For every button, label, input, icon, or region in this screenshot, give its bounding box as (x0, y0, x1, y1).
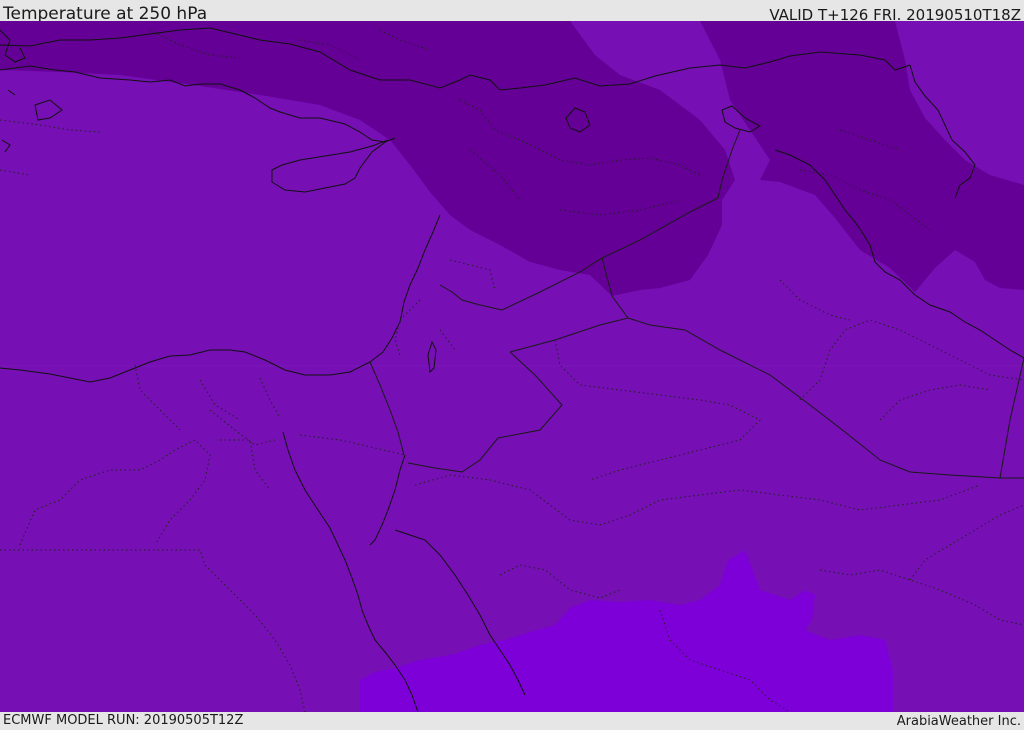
map-canvas (0, 21, 1024, 712)
footer-bar: ECMWF MODEL RUN: 20190505T12Z ArabiaWeat… (0, 712, 1024, 729)
header-bar: Temperature at 250 hPa VALID T+126 FRI. … (0, 0, 1024, 24)
weather-map[interactable] (0, 21, 1024, 712)
credit-label: ArabiaWeather Inc. (896, 714, 1021, 729)
model-run-label: ECMWF MODEL RUN: 20190505T12Z (3, 713, 244, 728)
